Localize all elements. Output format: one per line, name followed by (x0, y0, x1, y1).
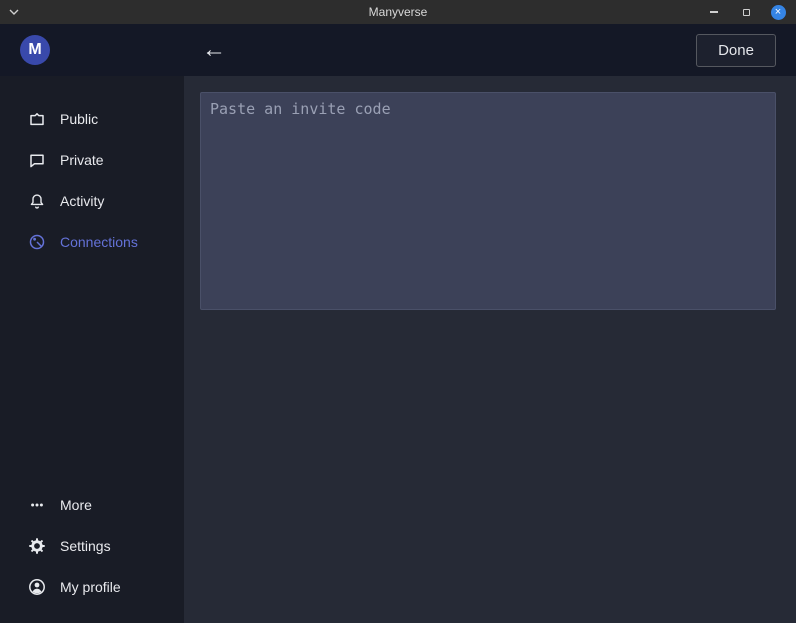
sidebar-item-label: Activity (60, 193, 104, 209)
sidebar-item-my-profile[interactable]: My profile (0, 566, 184, 607)
sidebar-item-label: Connections (60, 234, 138, 250)
public-icon (28, 110, 46, 128)
body: Public Private Activity (0, 76, 796, 623)
window-controls: × (706, 4, 796, 20)
connections-icon (28, 233, 46, 251)
minimize-icon (710, 11, 718, 13)
restore-icon (743, 9, 750, 16)
titlebar: Manyverse × (0, 0, 796, 24)
sidebar-item-label: Private (60, 152, 104, 168)
sidebar-item-public[interactable]: Public (0, 98, 184, 139)
back-arrow-icon[interactable]: ← (202, 38, 226, 62)
sidebar-item-activity[interactable]: Activity (0, 180, 184, 221)
invite-code-textarea[interactable] (200, 92, 776, 310)
titlebar-menu-chevron-icon[interactable] (9, 9, 19, 15)
sidebar-item-settings[interactable]: Settings (0, 525, 184, 566)
main-content (184, 76, 796, 623)
close-icon: × (771, 5, 786, 20)
sidebar-item-label: Settings (60, 538, 111, 554)
sidebar-spacer (0, 262, 184, 484)
sidebar-item-label: More (60, 497, 92, 513)
minimize-button[interactable] (706, 4, 722, 20)
private-icon (28, 151, 46, 169)
app-header: M ← Done (0, 24, 796, 76)
activity-icon (28, 192, 46, 210)
sidebar-item-label: Public (60, 111, 98, 127)
settings-icon (28, 537, 46, 555)
window-title: Manyverse (0, 5, 796, 19)
close-button[interactable]: × (770, 4, 786, 20)
sidebar-item-connections[interactable]: Connections (0, 221, 184, 262)
sidebar-item-private[interactable]: Private (0, 139, 184, 180)
more-icon (28, 496, 46, 514)
sidebar: Public Private Activity (0, 76, 184, 623)
restore-button[interactable] (738, 4, 754, 20)
sidebar-item-label: My profile (60, 579, 121, 595)
profile-icon (28, 578, 46, 596)
sidebar-item-more[interactable]: More (0, 484, 184, 525)
manyverse-logo: M (20, 35, 50, 65)
done-button[interactable]: Done (696, 34, 776, 67)
